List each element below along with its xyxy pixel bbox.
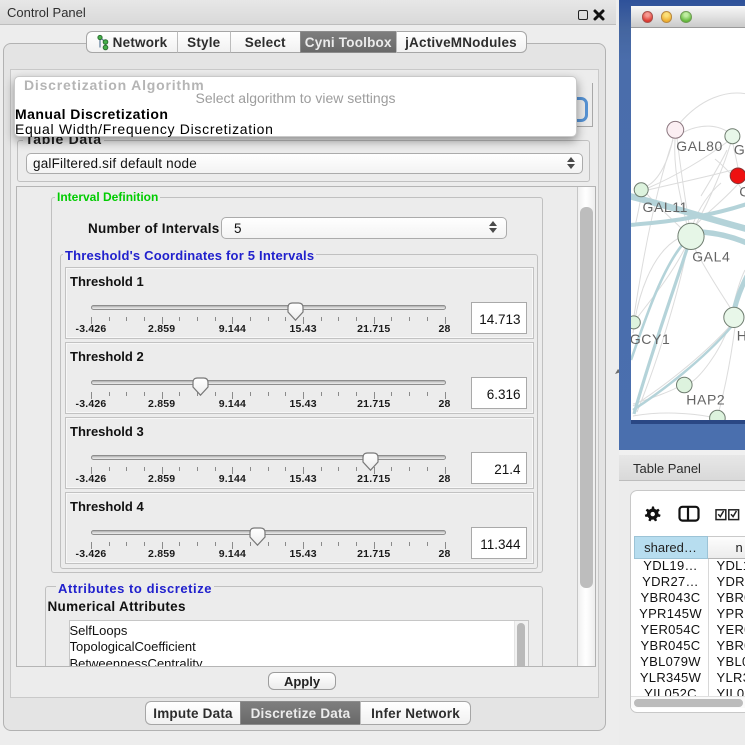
svg-text:GAL80: GAL80 [676, 138, 723, 154]
svg-text:G.: G. [734, 142, 745, 158]
svg-text:HAP2: HAP2 [686, 392, 725, 408]
svg-text:C: C [739, 184, 745, 200]
svg-text:GAL4: GAL4 [692, 248, 730, 264]
svg-text:H: H [737, 327, 745, 343]
svg-text:GAL11: GAL11 [643, 199, 689, 215]
svg-text:GCY1: GCY1 [631, 331, 670, 347]
